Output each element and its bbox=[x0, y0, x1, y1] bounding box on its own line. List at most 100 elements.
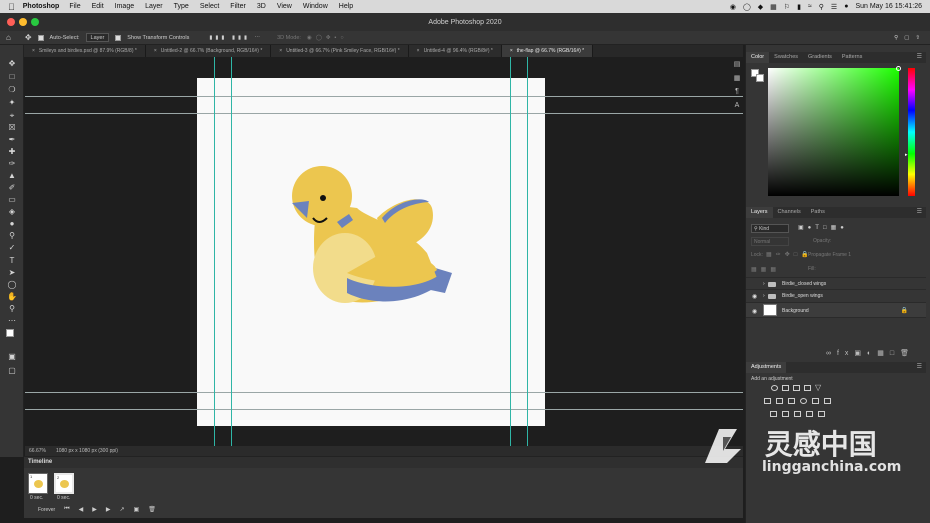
first-frame-icon[interactable]: ⏮ bbox=[64, 506, 69, 513]
home-icon[interactable]: ⌂ bbox=[6, 33, 11, 42]
tab-the-flap[interactable]: × the-flap @ 66.7% (RGB/16#) * bbox=[501, 45, 594, 57]
tab-patterns[interactable]: Patterns bbox=[837, 52, 867, 63]
horizontal-guide[interactable] bbox=[25, 409, 743, 410]
crop-tool-icon[interactable]: ⌖ bbox=[6, 111, 18, 121]
marquee-tool-icon[interactable]: □ bbox=[6, 72, 18, 82]
workspace-icon[interactable]: ▢ bbox=[904, 35, 909, 41]
foreground-background-color-icon[interactable] bbox=[6, 329, 18, 343]
menu-filter[interactable]: Filter bbox=[230, 3, 246, 10]
share-icon[interactable]: ⇧ bbox=[915, 35, 920, 41]
control-center-icon[interactable]: ☰ bbox=[831, 3, 837, 11]
eye-icon[interactable]: ◉ bbox=[752, 308, 757, 315]
minimize-window-button[interactable] bbox=[19, 18, 27, 26]
loop-dropdown[interactable]: Forever bbox=[38, 507, 55, 513]
dodge-tool-icon[interactable]: ⚲ bbox=[6, 231, 18, 241]
document-canvas[interactable] bbox=[197, 78, 545, 426]
cc-icon[interactable]: ◯ bbox=[743, 3, 751, 11]
paint-bucket-tool-icon[interactable]: ◈ bbox=[6, 207, 18, 217]
frame-2-delay[interactable]: 0 sec. bbox=[57, 495, 70, 501]
propagate-frame-label[interactable]: Propagate Frame 1 bbox=[808, 252, 851, 258]
brightness-contrast-icon[interactable] bbox=[771, 385, 778, 391]
menu-type[interactable]: Type bbox=[174, 3, 189, 10]
channel-mixer-icon[interactable] bbox=[812, 398, 819, 404]
hand-tool-icon[interactable]: ✋ bbox=[6, 292, 18, 302]
close-tab-icon[interactable]: × bbox=[417, 48, 420, 54]
battery-icon[interactable]: ▮ bbox=[797, 3, 801, 11]
layer-row[interactable]: ◉ › Birdie_open wings bbox=[746, 289, 926, 301]
menu-help[interactable]: Help bbox=[339, 3, 353, 10]
play-icon[interactable]: ▶ bbox=[92, 506, 97, 513]
paragraph-panel-icon[interactable]: ¶ bbox=[730, 88, 744, 98]
close-tab-icon[interactable]: × bbox=[154, 48, 157, 54]
horizontal-guide[interactable] bbox=[25, 392, 743, 393]
blur-tool-icon[interactable]: ● bbox=[6, 219, 18, 229]
menu-image[interactable]: Image bbox=[115, 3, 134, 10]
color-lookup-icon[interactable] bbox=[824, 398, 831, 404]
panel-menu-icon[interactable]: ☰ bbox=[917, 52, 922, 63]
timeline-frame-1[interactable]: 1 bbox=[28, 473, 48, 494]
previous-frame-icon[interactable]: ◀ bbox=[79, 506, 84, 513]
color-field[interactable] bbox=[768, 66, 901, 196]
black-white-icon[interactable] bbox=[788, 398, 795, 404]
lasso-tool-icon[interactable]: ❍ bbox=[6, 85, 18, 95]
invert-icon[interactable] bbox=[770, 411, 777, 417]
tab-adjustments[interactable]: Adjustments bbox=[746, 362, 787, 373]
pen-tool-icon[interactable]: ✓ bbox=[6, 243, 18, 253]
align-icons[interactable]: ▮▮▮ ▮▮▮ ⋯ bbox=[209, 35, 263, 41]
siri-icon[interactable]: ● bbox=[844, 3, 848, 10]
delete-frame-icon[interactable]: 🗑 bbox=[148, 506, 156, 513]
type-tool-icon[interactable]: T bbox=[6, 256, 18, 266]
dropbox-icon[interactable]: ◆ bbox=[758, 3, 763, 11]
close-tab-icon[interactable]: × bbox=[510, 48, 513, 54]
layer-row[interactable]: › Birdie_closed wings bbox=[746, 277, 926, 289]
grid-icon[interactable]: ▦ bbox=[770, 3, 777, 11]
tween-icon[interactable]: ↗ bbox=[120, 506, 125, 513]
zoom-level[interactable]: 66.67% bbox=[29, 448, 46, 454]
eraser-tool-icon[interactable]: ▭ bbox=[6, 195, 18, 205]
curves-icon[interactable] bbox=[793, 385, 800, 391]
tab-layers[interactable]: Layers bbox=[746, 207, 773, 218]
timeline-frame-2[interactable]: 2 bbox=[54, 473, 74, 494]
menu-edit[interactable]: Edit bbox=[92, 3, 104, 10]
levels-icon[interactable] bbox=[782, 385, 789, 391]
close-tab-icon[interactable]: × bbox=[279, 48, 282, 54]
path-selection-tool-icon[interactable]: ➤ bbox=[6, 268, 18, 278]
menu-layer[interactable]: Layer bbox=[145, 3, 163, 10]
menu-app-name[interactable]: Photoshop bbox=[23, 3, 60, 10]
color-picker-cursor[interactable] bbox=[896, 66, 901, 71]
tab-untitled-2[interactable]: × Untitled-2 @ 66.7% (Background, RGB/16#… bbox=[145, 45, 272, 57]
gradient-map-icon[interactable] bbox=[806, 411, 813, 417]
properties-panel-icon[interactable]: ▦ bbox=[730, 74, 744, 84]
wifi-icon[interactable]: ≈ bbox=[808, 3, 812, 10]
tab-channels[interactable]: Channels bbox=[773, 207, 806, 218]
history-brush-tool-icon[interactable]: ✐ bbox=[6, 183, 18, 193]
next-frame-icon[interactable]: ▶ bbox=[106, 506, 111, 513]
photo-filter-icon[interactable] bbox=[800, 398, 807, 404]
history-panel-icon[interactable]: ▤ bbox=[730, 60, 744, 70]
selective-color-icon[interactable] bbox=[818, 411, 825, 417]
quick-mask-icon[interactable]: ▣ bbox=[6, 352, 18, 362]
horizontal-guide[interactable] bbox=[25, 96, 743, 97]
transform-controls-checkbox[interactable] bbox=[115, 34, 122, 41]
tab-gradients[interactable]: Gradients bbox=[803, 52, 837, 63]
hue-slider[interactable]: ▸ bbox=[905, 68, 915, 196]
apple-menu-icon[interactable]:  bbox=[8, 2, 15, 12]
move-tool-icon[interactable]: ✥ bbox=[25, 33, 32, 42]
tab-swatches[interactable]: Swatches bbox=[769, 52, 803, 63]
tab-smileys[interactable]: × Smileys and birdies.psd @ 87.9% (RGB/8)… bbox=[24, 45, 146, 57]
brush-tool-icon[interactable]: ✑ bbox=[6, 159, 18, 169]
character-panel-icon[interactable]: A bbox=[730, 102, 744, 112]
layer-filter-icons[interactable]: ▣●T□▦● bbox=[798, 224, 848, 231]
posterize-icon[interactable] bbox=[782, 411, 789, 417]
exposure-icon[interactable] bbox=[804, 385, 811, 391]
auto-select-dropdown[interactable]: Layer bbox=[85, 33, 110, 42]
search-icon[interactable]: ⚲ bbox=[894, 35, 898, 41]
canvas-area[interactable] bbox=[25, 57, 743, 446]
zoom-tool-icon[interactable]: ⚲ bbox=[6, 304, 18, 314]
unify-icons[interactable]: ▦▦▦ bbox=[751, 266, 780, 273]
ellipse-tool-icon[interactable]: ◯ bbox=[6, 280, 18, 290]
auto-select-checkbox[interactable] bbox=[37, 34, 44, 41]
vertical-guide[interactable] bbox=[510, 57, 511, 446]
vertical-guide[interactable] bbox=[214, 57, 215, 446]
frame-tool-icon[interactable]: ☒ bbox=[6, 123, 18, 133]
